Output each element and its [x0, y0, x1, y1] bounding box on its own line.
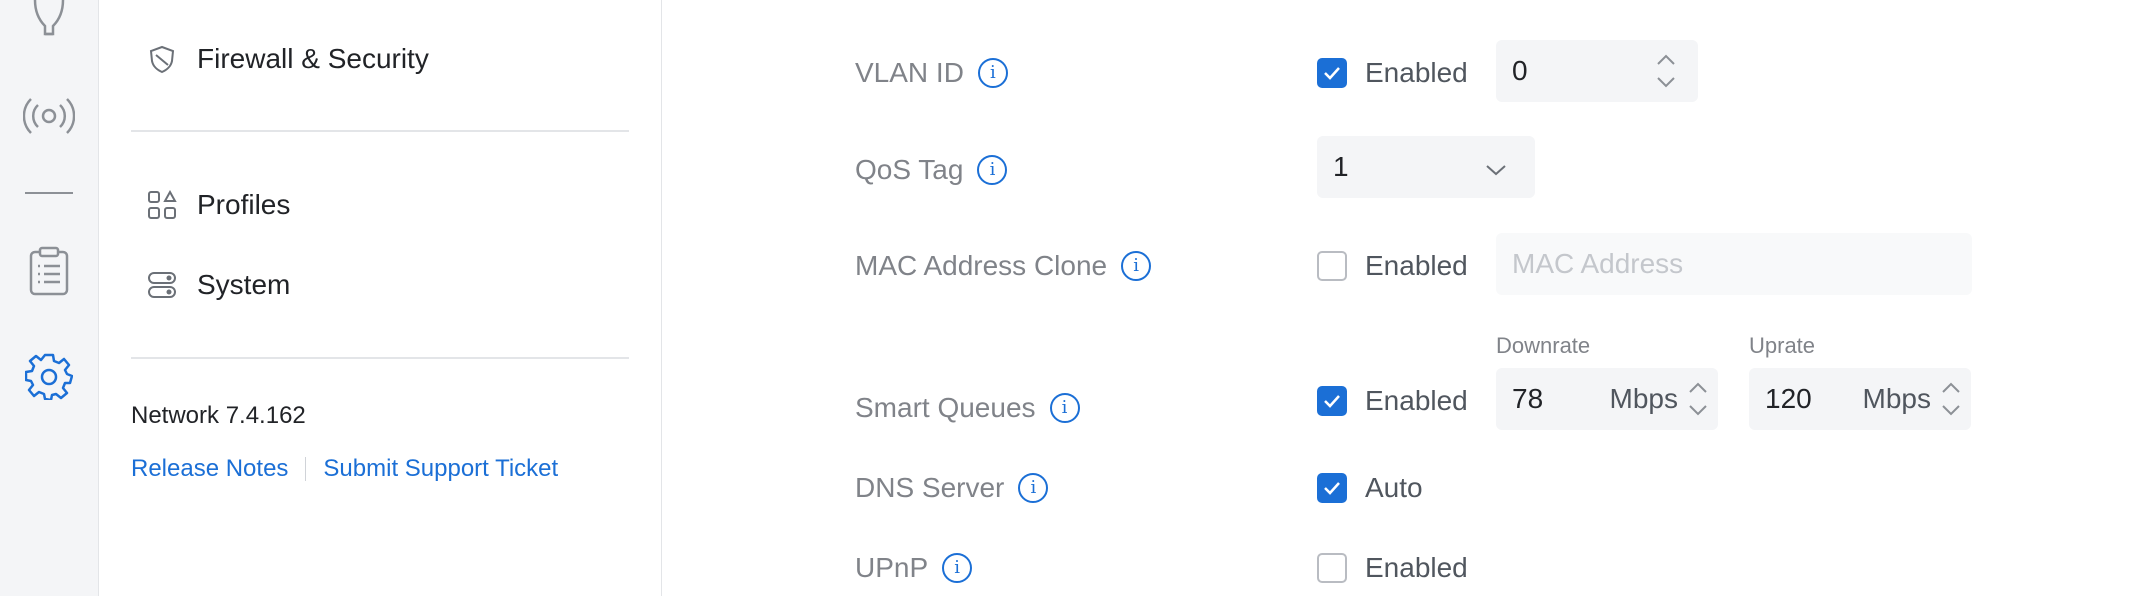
- info-icon[interactable]: i: [1121, 251, 1152, 281]
- uprate-stepper[interactable]: 120 Mbps: [1749, 368, 1971, 430]
- rail-divider: [0, 192, 98, 194]
- downrate-unit: Mbps: [1609, 383, 1678, 414]
- qos-tag-select[interactable]: 1: [1317, 136, 1535, 198]
- release-notes-link[interactable]: Release Notes: [131, 455, 288, 483]
- uprate-label: Uprate: [1749, 333, 1816, 358]
- sidebar-item-profiles[interactable]: Profiles: [147, 180, 290, 230]
- vlan-enabled-checkbox[interactable]: Enabled: [1317, 53, 1468, 93]
- footer-links: Release Notes Submit Support Ticket: [131, 455, 558, 483]
- sidebar-item-label: Firewall & Security: [197, 43, 429, 74]
- sidebar-item-label: Profiles: [197, 189, 291, 220]
- mac-clone-checkbox[interactable]: Enabled: [1317, 246, 1468, 286]
- lightbulb-icon[interactable]: [0, 0, 98, 40]
- chevron-down-icon: [1942, 405, 1960, 416]
- smart-queues-label: Smart Queues i: [855, 388, 1080, 428]
- downrate-label: Downrate: [1496, 333, 1591, 358]
- dns-auto-checkbox[interactable]: Auto: [1317, 468, 1423, 508]
- sidebar-item-firewall-security[interactable]: Firewall & Security: [147, 34, 429, 84]
- stepper-arrows[interactable]: [1688, 368, 1708, 430]
- stepper-arrows[interactable]: [1941, 368, 1961, 430]
- checkbox-checked[interactable]: [1317, 473, 1347, 503]
- dns-server-label: DNS Server i: [855, 468, 1049, 508]
- clipboard-icon[interactable]: [0, 246, 98, 296]
- info-icon[interactable]: i: [1018, 473, 1049, 503]
- qos-tag-value: 1: [1333, 151, 1349, 182]
- settings-form: VLAN ID i Enabled 0 QoS Tag i 1 MAC Addr…: [662, 0, 2152, 596]
- qos-tag-label: QoS Tag i: [855, 150, 1008, 190]
- submit-support-ticket-link[interactable]: Submit Support Ticket: [323, 455, 558, 483]
- checkbox-unchecked[interactable]: [1317, 553, 1347, 583]
- upnp-checkbox[interactable]: Enabled: [1317, 548, 1468, 588]
- sidebar-divider: [131, 130, 629, 132]
- mac-clone-label: MAC Address Clone i: [855, 246, 1152, 286]
- chevron-up-icon: [1657, 54, 1675, 65]
- smart-queues-checkbox[interactable]: Enabled: [1317, 381, 1468, 421]
- mac-address-input[interactable]: MAC Address: [1496, 233, 1972, 295]
- vlan-id-label: VLAN ID i: [855, 53, 1008, 93]
- chevron-up-icon: [1689, 382, 1707, 393]
- sidebar-divider: [131, 357, 629, 359]
- gear-icon[interactable]: [0, 352, 98, 400]
- vlan-id-value: 0: [1512, 55, 1528, 86]
- uprate-unit: Mbps: [1862, 383, 1931, 414]
- toggles-icon: [147, 270, 177, 300]
- wireless-icon[interactable]: [0, 96, 98, 136]
- info-icon[interactable]: i: [977, 155, 1008, 185]
- version-text: Network 7.4.162: [131, 402, 306, 429]
- sidebar-item-label: System: [197, 269, 291, 300]
- chevron-up-icon: [1942, 382, 1960, 393]
- link-separator: [305, 457, 307, 481]
- info-icon[interactable]: i: [1049, 393, 1080, 423]
- shield-icon: [147, 44, 177, 74]
- checkbox-unchecked[interactable]: [1317, 251, 1347, 281]
- icon-rail: [0, 0, 99, 596]
- checkbox-checked[interactable]: [1317, 58, 1347, 88]
- downrate-value: 78: [1512, 383, 1544, 414]
- settings-sidebar: Firewall & Security Profiles System Netw…: [99, 0, 662, 596]
- info-icon[interactable]: i: [942, 553, 973, 583]
- checkbox-checked[interactable]: [1317, 386, 1347, 416]
- sidebar-item-system[interactable]: System: [147, 260, 290, 310]
- chevron-down-icon: [1689, 405, 1707, 416]
- stepper-arrows[interactable]: [1656, 40, 1676, 102]
- upnp-label: UPnP i: [855, 548, 973, 588]
- downrate-stepper[interactable]: 78 Mbps: [1496, 368, 1718, 430]
- vlan-id-stepper[interactable]: 0: [1496, 40, 1698, 102]
- chevron-down-icon: [1485, 151, 1507, 183]
- chevron-down-icon: [1657, 77, 1675, 88]
- uprate-value: 120: [1765, 383, 1812, 414]
- info-icon[interactable]: i: [977, 58, 1008, 88]
- grid-shapes-icon: [147, 190, 177, 220]
